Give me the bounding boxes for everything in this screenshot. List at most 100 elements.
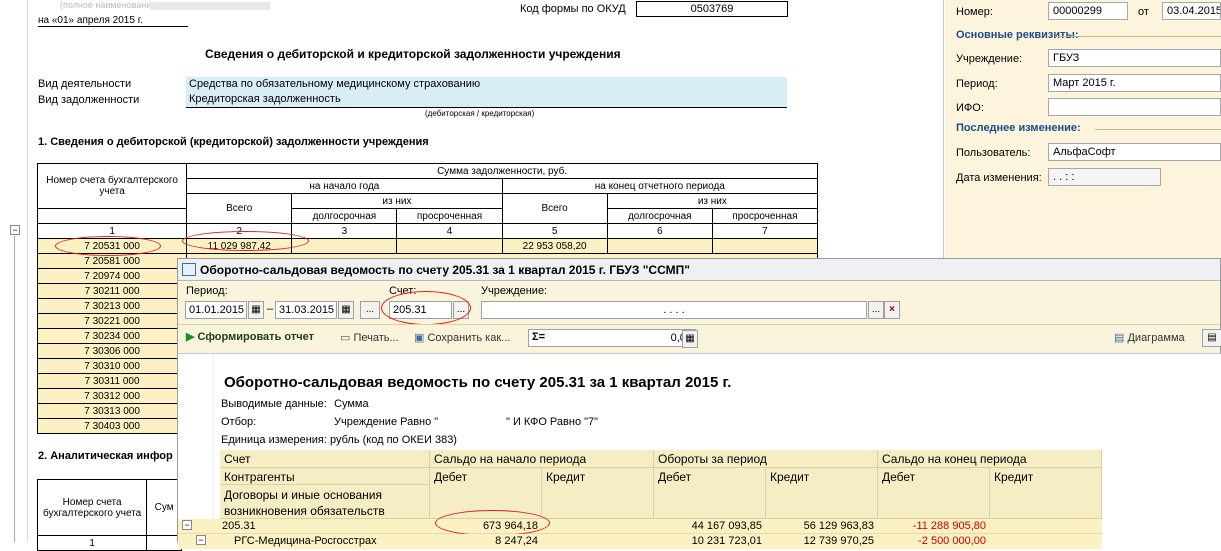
user-label: Пользователь:	[956, 147, 1031, 159]
empty-cell	[606, 238, 713, 254]
col-overdue-end: просроченная	[711, 208, 819, 224]
col-long-start: долгосрочная	[291, 208, 398, 224]
col-total-end: Всего	[501, 193, 608, 224]
printer-icon: ▭	[340, 332, 351, 344]
output-label: Выводимые данные:	[221, 398, 327, 410]
document-properties-panel: Номер: 00000299 от 03.04.2015 Основные р…	[945, 0, 1221, 260]
end-debit-cell: -2 500 000,00	[918, 535, 986, 547]
date-to-input[interactable]: 31.03.2015	[275, 301, 337, 319]
ifo-field[interactable]	[1048, 98, 1221, 116]
divider	[1055, 36, 1221, 37]
calculator-icon[interactable]: ▦	[682, 330, 698, 348]
institution-label: Учреждение:	[481, 285, 548, 297]
col-long-end: долгосрочная	[606, 208, 713, 224]
account-cell: 7 30312 000	[36, 388, 188, 404]
toolbar-divider	[178, 324, 1220, 325]
print-label: Печать...	[353, 332, 399, 344]
institution-select-button[interactable]: ...	[868, 301, 884, 319]
column-number-row: 1 2 3 4 5 6 7	[36, 223, 819, 239]
hdr-turn-credit: Кредит	[766, 468, 878, 519]
colnum-4: 4	[396, 223, 503, 239]
report-date: на «01» апреля 2015 г.	[38, 15, 188, 27]
colnum-5: 5	[501, 223, 608, 239]
period-field[interactable]: Март 2015 г.	[1048, 74, 1221, 92]
generate-label: Сформировать отчет	[197, 331, 314, 343]
of-them-start: из них	[291, 193, 503, 209]
institution-field[interactable]: ГБУЗ	[1048, 49, 1221, 67]
collapse-icon[interactable]: −	[182, 520, 192, 530]
colnum-3: 3	[291, 223, 398, 239]
date-separator: –	[267, 303, 274, 315]
last-change-heading: Последнее изменение:	[956, 122, 1081, 134]
report-gutter	[178, 354, 214, 544]
filter-value: Учреждение Равно "	[334, 416, 439, 428]
window-title[interactable]: Оборотно-сальдовая ведомость по счету 20…	[178, 259, 1220, 281]
col-account-header: Номер счета бухгалтерского учета	[36, 163, 188, 209]
hdr-end-debit: Дебет	[878, 468, 990, 519]
report-window-icon	[182, 263, 196, 276]
institution-input[interactable]: . . . .	[481, 301, 867, 319]
debt-type-label: Вид задолженности	[38, 94, 140, 106]
account-cell: 7 30310 000	[36, 358, 188, 374]
chart-button[interactable]: ▤ Диаграмма	[1114, 331, 1185, 344]
turn-debit-cell: 44 167 093,85	[691, 520, 762, 532]
colnum-6: 6	[606, 223, 713, 239]
turn-credit-cell: 12 739 970,25	[803, 535, 874, 547]
debt-type-value: Кредиторская задолженность	[186, 92, 787, 108]
number-field[interactable]: 00000299	[1048, 2, 1128, 20]
end-debit-cell: -11 288 905,80	[912, 520, 986, 532]
account-cell: 7 30234 000	[36, 328, 188, 344]
collapse-icon[interactable]: −	[10, 225, 20, 235]
col-total-start: Всего	[186, 193, 293, 224]
account-cell: 7 30311 000	[36, 373, 188, 389]
colnum-7: 7	[711, 223, 819, 239]
save-icon: ▣	[414, 332, 425, 344]
generate-report-button[interactable]: ▶ Сформировать отчет	[186, 330, 314, 343]
period-label: Период:	[956, 78, 998, 90]
institution-label: Учреждение:	[956, 53, 1023, 65]
number-label: Номер:	[956, 6, 993, 18]
filter-value-2: " И КФО Равно "7"	[506, 416, 599, 428]
hdr-account: Счет	[220, 450, 430, 468]
highlight-ellipse	[381, 291, 471, 325]
okud-label: Код формы по ОКУД	[520, 3, 626, 15]
analytics-table: Номер счета бухгалтерского учета Сум 1	[36, 479, 182, 551]
chart-icon: ▤	[1114, 332, 1125, 344]
calendar-icon[interactable]: ▦	[248, 301, 264, 319]
start-debit-cell: 8 247,24	[495, 535, 538, 547]
col-end-header: на конец отчетного периода	[501, 178, 819, 194]
calendar-icon[interactable]: ▦	[338, 301, 354, 319]
save-as-button[interactable]: ▣ Сохранить как...	[414, 331, 510, 344]
date-from-input[interactable]: 01.01.2015	[185, 301, 247, 319]
of-them-end: из них	[606, 193, 819, 209]
sum-field[interactable]: Σ= 0,00	[528, 329, 696, 347]
page-title: Сведения о дебиторской и кредиторской за…	[205, 47, 621, 61]
unit-line: Единица измерения: рубль (код по ОКЕИ 38…	[221, 434, 457, 446]
row-account: 205.31	[222, 520, 256, 532]
outline-line	[14, 236, 15, 542]
account-cell: 7 30306 000	[36, 343, 188, 359]
date-field[interactable]: 03.04.2015	[1162, 2, 1221, 20]
org-name: (полное наименование)	[60, 0, 160, 10]
user-field[interactable]: АльфаСофт	[1048, 143, 1221, 161]
col-overdue-start: просроченная	[396, 208, 503, 224]
account-cell: 7 30211 000	[36, 283, 188, 299]
account-cell: 7 30403 000	[36, 418, 188, 434]
clear-icon[interactable]: ×	[884, 301, 900, 319]
outline-gutter: −	[0, 0, 28, 542]
turn-credit-cell: 56 129 963,83	[803, 520, 874, 532]
from-label: от	[1138, 6, 1149, 18]
divider	[1095, 129, 1221, 130]
change-date-field[interactable]: . . : :	[1048, 168, 1161, 186]
print-button[interactable]: ▭ Печать...	[340, 331, 399, 344]
save-label: Сохранить как...	[427, 332, 511, 344]
hdr-saldo-end: Сальдо на конец периода	[878, 450, 1102, 468]
settings-icon[interactable]: ▤	[1202, 329, 1221, 347]
account-cell: 7 30213 000	[36, 298, 188, 314]
hdr-contragents: Контрагенты	[220, 468, 430, 485]
collapse-icon[interactable]: −	[196, 535, 206, 545]
period-select-button[interactable]: ...	[360, 301, 380, 319]
hdr-start-credit: Кредит	[542, 468, 654, 519]
debt-type-hint: (дебиторская / кредиторская)	[425, 109, 535, 118]
window-title-text: Оборотно-сальдовая ведомость по счету 20…	[200, 263, 690, 277]
